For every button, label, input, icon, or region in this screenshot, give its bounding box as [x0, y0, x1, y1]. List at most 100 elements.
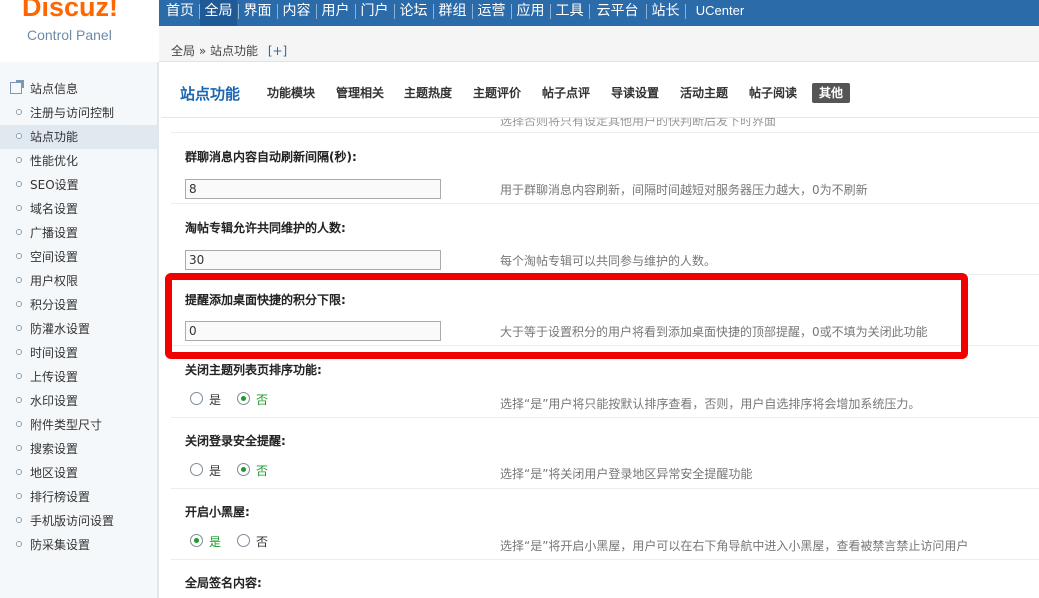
- tab-activity[interactable]: 活动主题: [680, 83, 728, 103]
- bullet-icon: [16, 493, 22, 499]
- nav-cloud[interactable]: 云平台: [590, 0, 645, 23]
- nav-global[interactable]: 全局: [200, 0, 237, 26]
- sidebar-item-label: 站点功能: [30, 130, 79, 144]
- sidebar-item-permissions[interactable]: 用户权限: [0, 269, 157, 293]
- sidebar-item-upload[interactable]: 上传设置: [0, 365, 157, 389]
- collection-maintainers-input[interactable]: [185, 250, 441, 270]
- tab-other[interactable]: 其他: [812, 83, 851, 103]
- sidebar-item-site-info[interactable]: 站点信息: [0, 77, 157, 101]
- shortcut-credits-input[interactable]: [185, 321, 441, 341]
- setting-desc-darkroom: 选择“是”将开启小黑屋，用户可以在右下角导航中进入小黑屋，查看被禁言禁止访问用户: [500, 539, 969, 553]
- nav-divider: [685, 4, 686, 19]
- nav-divider: [589, 4, 590, 19]
- sidebar-item-label: 附件类型尺寸: [30, 418, 103, 432]
- setting-title-chat-refresh: 群聊消息内容自动刷新间隔(秒):: [185, 150, 357, 164]
- nav-tools[interactable]: 工具: [551, 0, 588, 23]
- breadcrumb: 全局 » 站点功能 [+]: [171, 42, 287, 59]
- login-alert-yes-label[interactable]: 是: [209, 462, 221, 479]
- nav-home[interactable]: 首页: [161, 0, 199, 23]
- breadcrumb-bar: 全局 » 站点功能 [+]: [159, 26, 1039, 62]
- setting-title-collection-maintainers: 淘帖专辑允许共同维护的人数:: [185, 221, 346, 235]
- bullet-icon: [16, 277, 22, 283]
- thread-sort-yes-radio[interactable]: [190, 392, 203, 405]
- page-title: 站点功能: [180, 85, 241, 103]
- bullet-icon: [16, 397, 22, 403]
- logo-brand: Discuz!: [22, 0, 119, 22]
- darkroom-no-radio[interactable]: [237, 534, 250, 547]
- tab-comments[interactable]: 帖子点评: [542, 83, 590, 103]
- nav-divider: [511, 4, 512, 19]
- bullet-icon: [16, 325, 22, 331]
- setting-title-darkroom: 开启小黑屋:: [185, 505, 250, 519]
- sidebar-item-antispam[interactable]: 防灌水设置: [0, 317, 157, 341]
- login-alert-no-radio[interactable]: [237, 463, 250, 476]
- thread-sort-yes-label[interactable]: 是: [209, 391, 221, 408]
- nav-group[interactable]: 群组: [434, 0, 471, 23]
- nav-apps[interactable]: 应用: [512, 0, 549, 23]
- tab-rating[interactable]: 主题评价: [473, 83, 521, 103]
- setting-desc-shortcut-credits: 大于等于设置积分的用户将看到添加桌面快捷的顶部提醒，0或不填为关闭此功能: [500, 325, 928, 339]
- sidebar-item-space[interactable]: 空间设置: [0, 245, 157, 269]
- darkroom-no-label[interactable]: 否: [256, 533, 268, 550]
- sidebar-item-anticollect[interactable]: 防采集设置: [0, 533, 157, 557]
- nav-portal[interactable]: 门户: [356, 0, 393, 23]
- sidebar-item-time[interactable]: 时间设置: [0, 341, 157, 365]
- bullet-icon: [16, 133, 22, 139]
- darkroom-yes-radio[interactable]: [190, 534, 203, 547]
- logo[interactable]: Discuz! Control Panel: [0, 0, 159, 62]
- tab-reading[interactable]: 帖子阅读: [749, 83, 797, 103]
- sidebar-item-domain[interactable]: 域名设置: [0, 197, 157, 221]
- sidebar-item-watermark[interactable]: 水印设置: [0, 389, 157, 413]
- nav-user[interactable]: 用户: [317, 0, 354, 23]
- setting-title-login-alert: 关闭登录安全提醒:: [185, 434, 286, 448]
- tab-heat[interactable]: 主题热度: [404, 83, 452, 103]
- sidebar-item-register[interactable]: 注册与访问控制: [0, 101, 157, 125]
- sidebar-item-ranklist[interactable]: 排行榜设置: [0, 485, 157, 509]
- nav-forum[interactable]: 论坛: [395, 0, 432, 23]
- sidebar-item-label: 性能优化: [30, 154, 79, 168]
- sidebar-item-region[interactable]: 地区设置: [0, 461, 157, 485]
- thread-sort-no-radio[interactable]: [237, 392, 250, 405]
- setting-title-global-signature: 全局签名内容:: [185, 576, 262, 590]
- sidebar-item-label: 搜索设置: [30, 442, 79, 456]
- row-divider: [171, 132, 1039, 133]
- top-nav: 首页 全局 界面 内容 用户 门户 论坛 群组 运营 应用 工具 云平台 站长 …: [159, 0, 1039, 26]
- sidebar-item-search[interactable]: 搜索设置: [0, 437, 157, 461]
- nav-ucenter[interactable]: UCenter: [686, 0, 754, 23]
- main-panel: 站点功能 功能模块 管理相关 主题热度 主题评价 帖子点评 导读设置 活动主题 …: [161, 62, 1039, 598]
- sidebar-item-label: 时间设置: [30, 346, 79, 360]
- sidebar-item-label: 注册与访问控制: [30, 106, 115, 120]
- tab-bar: 站点功能 功能模块 管理相关 主题热度 主题评价 帖子点评 导读设置 活动主题 …: [161, 62, 1039, 118]
- tab-guide[interactable]: 导读设置: [611, 83, 659, 103]
- login-alert-no-label[interactable]: 否: [256, 462, 268, 479]
- nav-content[interactable]: 内容: [278, 0, 315, 23]
- nav-admin[interactable]: 站长: [647, 0, 684, 23]
- nav-divider: [199, 4, 200, 19]
- bullet-icon: [16, 517, 22, 523]
- nav-ui[interactable]: 界面: [239, 0, 276, 23]
- add-shortcut-link[interactable]: [+]: [268, 44, 287, 58]
- nav-operation[interactable]: 运营: [473, 0, 510, 23]
- sidebar-item-label: 排行榜设置: [30, 490, 91, 504]
- chat-refresh-input[interactable]: [185, 179, 441, 199]
- sidebar-item-credits[interactable]: 积分设置: [0, 293, 157, 317]
- sidebar-item-performance[interactable]: 性能优化: [0, 149, 157, 173]
- sidebar-item-label: 地区设置: [30, 466, 79, 480]
- tab-modules[interactable]: 功能模块: [267, 83, 315, 103]
- nav-divider: [238, 4, 239, 19]
- thread-sort-no-label[interactable]: 否: [256, 391, 268, 408]
- bullet-icon: [16, 253, 22, 259]
- nav-divider: [433, 4, 434, 19]
- login-alert-yes-radio[interactable]: [190, 463, 203, 476]
- sidebar-item-label: 积分设置: [30, 298, 79, 312]
- sidebar-item-label: 防灌水设置: [30, 322, 91, 336]
- nav-divider: [355, 4, 356, 19]
- sidebar-item-mobile[interactable]: 手机版访问设置: [0, 509, 157, 533]
- darkroom-yes-label[interactable]: 是: [209, 533, 221, 550]
- sidebar-item-site-features[interactable]: 站点功能: [0, 125, 157, 149]
- sidebar-item-broadcast[interactable]: 广播设置: [0, 221, 157, 245]
- sidebar-item-attachment[interactable]: 附件类型尺寸: [0, 413, 157, 437]
- tab-management[interactable]: 管理相关: [336, 83, 384, 103]
- sidebar-item-seo[interactable]: SEO设置: [0, 173, 157, 197]
- sidebar-item-label: 水印设置: [30, 394, 79, 408]
